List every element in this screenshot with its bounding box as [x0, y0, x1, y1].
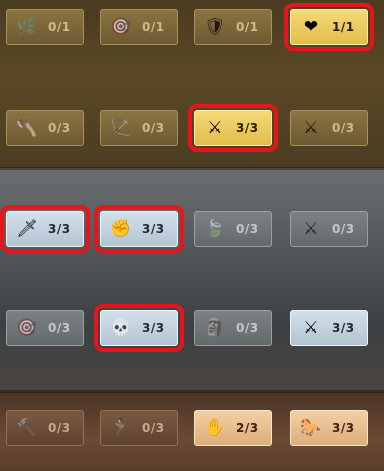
talent-level-count: 2/3 — [236, 421, 259, 435]
talent-level-count: 1/1 — [332, 20, 355, 34]
healing-hand-icon: ✋ — [204, 417, 226, 438]
talent-level-count: 3/3 — [48, 222, 71, 236]
talent-level-count: 3/3 — [142, 222, 165, 236]
talent-level-count: 0/3 — [48, 321, 71, 335]
talent-level-count: 0/3 — [48, 421, 71, 435]
raised-fist-icon: ✊ — [110, 218, 132, 239]
talent-tile[interactable]: 🎯 0/1 — [100, 9, 178, 45]
talent-row: 🎯 0/3 💀 3/3 🗿 0/3 ⚔ 3/3 — [0, 304, 384, 352]
talent-level-count: 0/3 — [142, 121, 165, 135]
talent-tile[interactable]: 🛡 0/1 — [194, 9, 272, 45]
talent-level-count: 0/3 — [236, 222, 259, 236]
talent-tile[interactable]: 🍃 0/3 — [194, 211, 272, 247]
talent-tile[interactable]: 🪓 0/3 — [6, 110, 84, 146]
bust-plus-icon: 🗿 — [204, 317, 226, 338]
talent-tile[interactable]: ⚔ 0/3 — [290, 211, 368, 247]
talent-tile[interactable]: 🔨 0/3 — [6, 410, 84, 446]
talent-row: 🔨 0/3 🏃 0/3 ✋ 2/3 🐎 3/3 — [0, 407, 384, 451]
spear-tip-icon: 🗡 — [16, 218, 38, 239]
crossed-swords-plus-icon: ⚔ — [303, 218, 319, 239]
war-horse-icon: 🐎 — [300, 417, 322, 438]
crossed-swords-flask-icon: ⚔ — [303, 317, 319, 338]
talent-row: 🪓 0/3 🏹 0/3 ⚔ 3/3 ⚔ 0/3 — [0, 104, 384, 152]
winged-heart-icon: ❤ — [303, 16, 319, 37]
talent-tile[interactable]: 💀 3/3 — [94, 304, 184, 352]
target-soldier-icon: 🎯 — [110, 16, 132, 37]
talent-tile[interactable]: ⚔ 0/3 — [290, 110, 368, 146]
talent-level-count: 3/3 — [142, 321, 165, 335]
talent-tile[interactable]: ⚔ 3/3 — [290, 310, 368, 346]
arrow-volley-icon: 🎯 — [16, 317, 38, 338]
skull-heart-icon: 💀 — [110, 317, 132, 338]
talent-tile[interactable]: 🗿 0/3 — [194, 310, 272, 346]
talent-level-count: 0/1 — [142, 20, 165, 34]
shield-plus-icon: 🛡 — [204, 16, 226, 37]
talent-row: 🌿 0/1 🎯 0/1 🛡 0/1 ❤ 1/1 — [0, 3, 384, 51]
talent-tile[interactable]: 🌿 0/1 — [6, 9, 84, 45]
leaf-plus-icon: 🍃 — [204, 218, 226, 239]
talent-level-count: 3/3 — [332, 421, 355, 435]
talent-level-count: 0/1 — [48, 20, 71, 34]
leaf-bundle-icon: 🌿 — [16, 16, 38, 37]
talent-tile[interactable]: ⚔ 3/3 — [188, 104, 278, 152]
crossed-swords-timer-icon: ⚔ — [303, 117, 319, 138]
talent-tile[interactable]: ✊ 3/3 — [94, 205, 184, 253]
band-divider — [0, 167, 384, 170]
talent-level-count: 0/1 — [236, 20, 259, 34]
talent-level-count: 3/3 — [236, 121, 259, 135]
ballista-icon: 🏹 — [110, 117, 132, 138]
talent-tile[interactable]: 🗡 3/3 — [0, 205, 90, 253]
running-figure-icon: 🏃 — [110, 417, 132, 438]
grey-talent-band — [0, 168, 384, 392]
axe-icon: 🪓 — [16, 117, 38, 138]
talent-tile[interactable]: 🎯 0/3 — [6, 310, 84, 346]
talent-tile[interactable]: 🏃 0/3 — [100, 410, 178, 446]
talent-level-count: 0/3 — [236, 321, 259, 335]
talent-level-count: 0/3 — [142, 421, 165, 435]
talent-tile[interactable]: 🏹 0/3 — [100, 110, 178, 146]
siege-hammer-icon: 🔨 — [16, 417, 38, 438]
talent-level-count: 0/3 — [48, 121, 71, 135]
crossed-swords-troops-icon: ⚔ — [207, 117, 223, 138]
talent-tile[interactable]: ❤ 1/1 — [284, 3, 374, 51]
talent-tile[interactable]: ✋ 2/3 — [194, 410, 272, 446]
band-divider — [0, 390, 384, 393]
talent-level-count: 0/3 — [332, 222, 355, 236]
talent-tile[interactable]: 🐎 3/3 — [290, 410, 368, 446]
talent-level-count: 0/3 — [332, 121, 355, 135]
talent-row: 🗡 3/3 ✊ 3/3 🍃 0/3 ⚔ 0/3 — [0, 205, 384, 253]
talent-level-count: 3/3 — [332, 321, 355, 335]
